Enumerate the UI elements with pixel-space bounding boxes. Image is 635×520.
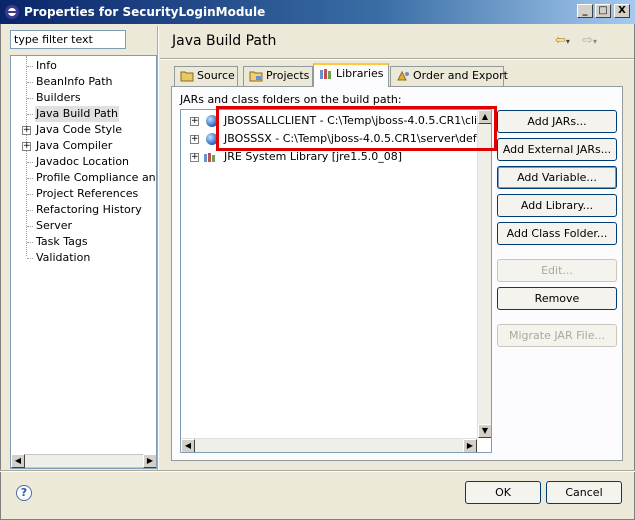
tree-item[interactable]: Task Tags: [11, 234, 156, 250]
expand-icon[interactable]: +: [190, 153, 199, 162]
sash[interactable]: [157, 26, 159, 470]
tree-item[interactable]: Validation: [11, 250, 156, 266]
tree-item[interactable]: Profile Compliance and Va: [11, 170, 156, 186]
add-jars-button[interactable]: Add JARs...: [497, 110, 617, 133]
eclipse-icon: [5, 5, 19, 19]
cancel-button[interactable]: Cancel: [546, 481, 622, 504]
add-library-button[interactable]: Add Library...: [497, 194, 617, 217]
tree-connector: [27, 66, 33, 67]
tree-item-label: BeanInfo Path: [36, 75, 113, 88]
tree-item-label: Java Build Path: [35, 106, 120, 122]
library-vertical-scrollbar[interactable]: ▲ ▼: [477, 110, 491, 438]
tree-connector: [27, 98, 33, 99]
tree-item[interactable]: Java Build Path: [11, 106, 156, 122]
libraries-icon: [320, 69, 331, 79]
tree-connector: [27, 242, 33, 243]
section-label: JARs and class folders on the build path…: [180, 93, 402, 106]
add-variable-button[interactable]: Add Variable...: [497, 166, 617, 189]
tree-connector: [27, 194, 33, 195]
tree-connector: [27, 210, 33, 211]
tree-item[interactable]: Server: [11, 218, 156, 234]
migrate-jar-button[interactable]: Migrate JAR File...: [497, 324, 617, 347]
tab-label: Source: [197, 69, 235, 82]
close-button[interactable]: X: [614, 4, 630, 18]
order-export-icon: [397, 70, 409, 81]
tree-connector: [27, 258, 33, 259]
add-external-jars-button[interactable]: Add External JARs...: [497, 138, 617, 161]
remove-button[interactable]: Remove: [497, 287, 617, 310]
tree-item-label: Server: [36, 219, 73, 232]
tree-item[interactable]: Info: [11, 58, 156, 74]
tab-libraries[interactable]: Libraries: [313, 63, 389, 87]
tree-item-label: Builders: [36, 91, 81, 104]
tree-item-label: Javadoc Location: [36, 155, 130, 168]
tree-item-label: Task Tags: [36, 235, 88, 248]
scroll-down-icon[interactable]: ▼: [478, 424, 491, 438]
expand-icon[interactable]: +: [22, 126, 31, 135]
tab-label: Order and Export: [413, 69, 508, 82]
tree-item-label: Java Compiler: [36, 139, 113, 152]
tree-item[interactable]: + Java Compiler: [11, 138, 156, 154]
expand-icon[interactable]: +: [22, 142, 31, 151]
projects-icon: [249, 71, 263, 82]
tab-label: Projects: [266, 69, 310, 82]
scroll-right-icon[interactable]: ▶: [463, 439, 477, 452]
tree-item-label: Java Code Style: [36, 123, 123, 136]
window-title: Properties for SecurityLoginModule: [24, 5, 266, 19]
tree-horizontal-scrollbar[interactable]: ◀ ▶: [11, 454, 156, 468]
edit-button[interactable]: Edit...: [497, 259, 617, 282]
tree-item-label: Info: [36, 59, 57, 72]
scroll-right-icon[interactable]: ▶: [143, 454, 156, 468]
tree-item-label: Refactoring History: [36, 203, 142, 216]
tree-item[interactable]: Javadoc Location: [11, 154, 156, 170]
source-folder-icon: [180, 71, 194, 82]
tree-connector: [27, 226, 33, 227]
expand-icon[interactable]: +: [190, 135, 199, 144]
tree-connector: [27, 178, 33, 179]
library-tree[interactable]: + JBOSSALLCLIENT - C:\Temp\jboss-4.0.5.C…: [180, 109, 492, 453]
tree-connector: [27, 162, 33, 163]
forward-dropdown-icon[interactable]: ▾: [593, 37, 597, 46]
minimize-button[interactable]: _: [577, 4, 593, 18]
property-tree[interactable]: Info BeanInfo Path Builders Java Build Path…: [10, 55, 157, 469]
tree-item-label: Profile Compliance and Va: [36, 171, 156, 184]
expand-icon[interactable]: +: [190, 117, 199, 126]
forward-arrow-icon[interactable]: ⇨: [582, 33, 593, 48]
tree-item-label: Validation: [36, 251, 91, 264]
tree-item[interactable]: Builders: [11, 90, 156, 106]
dialog-separator: [0, 470, 635, 472]
ok-button[interactable]: OK: [465, 481, 541, 504]
scroll-left-icon[interactable]: ◀: [11, 454, 25, 468]
tree-item[interactable]: Project References: [11, 186, 156, 202]
tab-projects[interactable]: Projects: [243, 66, 313, 86]
page-title: Java Build Path: [172, 33, 277, 49]
tab-order-and-export[interactable]: Order and Export: [390, 66, 508, 86]
tree-item-label: Project References: [36, 187, 139, 200]
help-icon[interactable]: ?: [16, 485, 32, 501]
back-dropdown-icon[interactable]: ▾: [566, 37, 570, 46]
tree-connector: [27, 82, 33, 83]
history-navigation: ⇦▾ ⇨▾: [555, 33, 597, 48]
back-arrow-icon[interactable]: ⇦: [555, 33, 566, 48]
maximize-button[interactable]: □: [595, 4, 611, 18]
tree-item[interactable]: Refactoring History: [11, 202, 156, 218]
title-separator: [160, 58, 634, 60]
tab-source[interactable]: Source: [174, 66, 238, 86]
tree-item[interactable]: BeanInfo Path: [11, 74, 156, 90]
filter-input[interactable]: [10, 30, 126, 49]
add-class-folder-button[interactable]: Add Class Folder...: [497, 222, 617, 245]
red-highlight-annotation: [216, 106, 497, 151]
tree-item[interactable]: + Java Code Style: [11, 122, 156, 138]
library-horizontal-scrollbar[interactable]: ◀ ▶: [181, 438, 477, 452]
jre-library-icon: [204, 153, 215, 162]
tab-label: Libraries: [336, 67, 384, 80]
tree-connector: [27, 114, 33, 115]
scroll-left-icon[interactable]: ◀: [181, 439, 195, 452]
title-bar: Properties for SecurityLoginModule _ □ X: [0, 0, 635, 24]
